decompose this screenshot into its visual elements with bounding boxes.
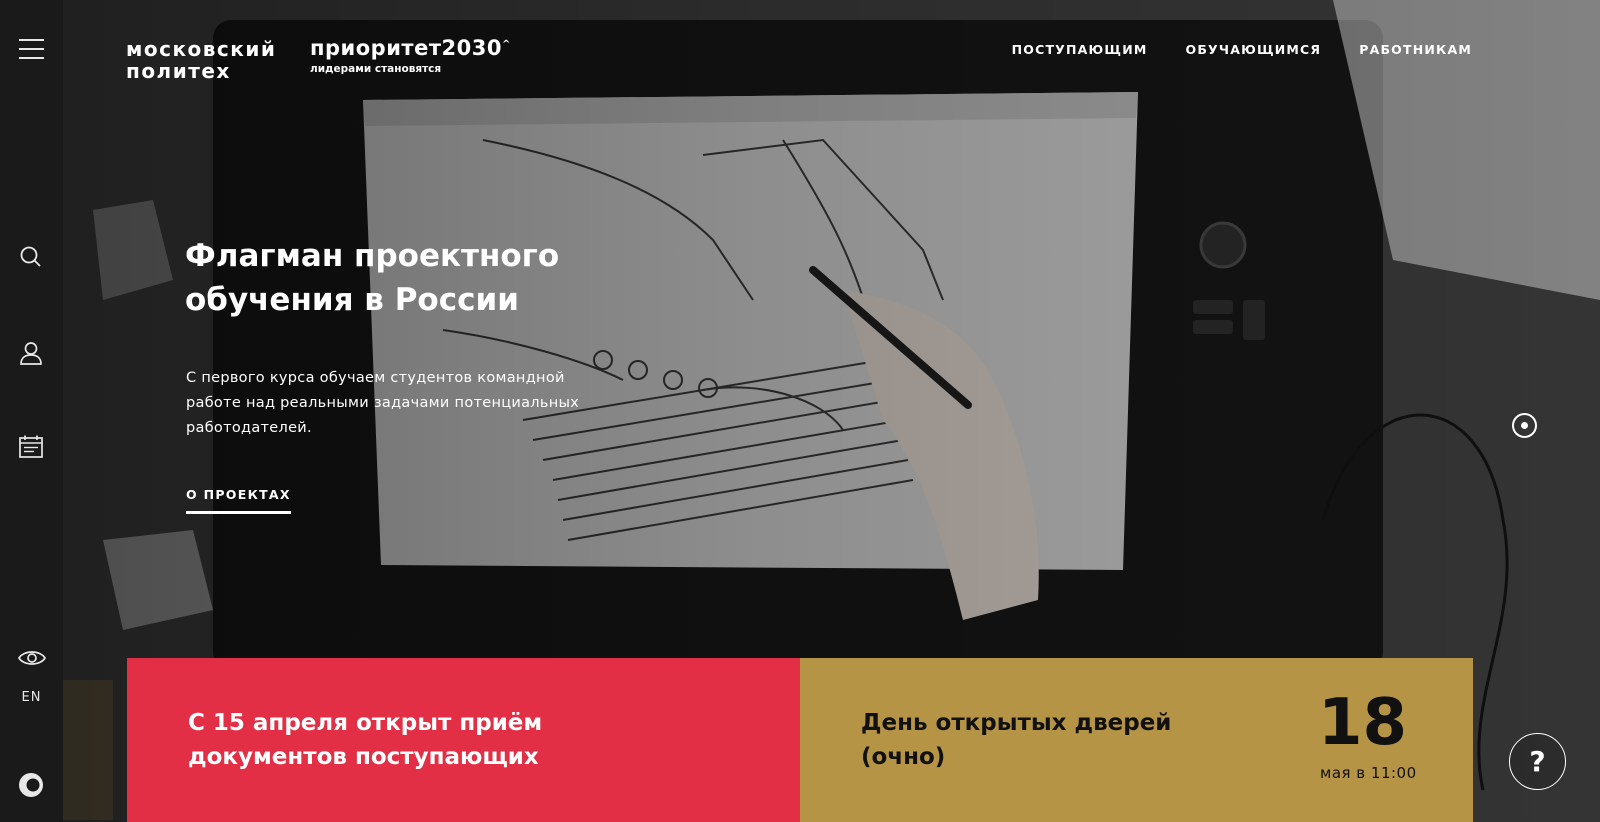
admission-card-text: С 15 апреля открыт приём документов пост…	[188, 710, 543, 770]
language-switch[interactable]: EN	[0, 690, 63, 705]
slider-dot[interactable]	[1512, 413, 1537, 438]
priority-logo-text: приоритет2030^	[310, 36, 511, 60]
brand-mark-icon[interactable]	[18, 772, 44, 798]
hero-title: Флагман проектного обучения в России	[185, 238, 560, 318]
logo-line2: политех	[126, 59, 231, 83]
nav-students[interactable]: ОБУЧАЮЩИМСЯ	[1186, 42, 1322, 57]
left-sidebar: EN	[0, 0, 63, 822]
projects-link[interactable]: О ПРОЕКТАХ	[186, 487, 291, 514]
top-navigation: ПОСТУПАЮЩИМ ОБУЧАЮЩИМСЯ РАБОТНИКАМ	[1012, 42, 1472, 57]
menu-icon[interactable]	[19, 39, 44, 59]
hero-description: С первого курса обучаем студентов команд…	[186, 370, 580, 436]
search-icon[interactable]	[18, 244, 44, 270]
open-day-card[interactable]: День открытых дверей (очно) 18 мая в 11:…	[800, 658, 1473, 822]
open-day-date: 18	[1318, 686, 1408, 760]
mospolytech-logo[interactable]: московский политех	[126, 38, 276, 82]
admission-card[interactable]: С 15 апреля открыт приём документов пост…	[127, 658, 800, 822]
user-icon[interactable]	[18, 340, 44, 366]
open-day-title: День открытых дверей (очно)	[861, 710, 1172, 770]
priority-tagline: лидерами становятся	[310, 63, 442, 75]
help-button[interactable]: ?	[1509, 733, 1566, 790]
nav-employees[interactable]: РАБОТНИКАМ	[1359, 42, 1472, 57]
logo-line1: московский	[126, 37, 277, 61]
open-day-time: мая в 11:00	[1320, 764, 1417, 782]
calendar-icon[interactable]	[18, 434, 44, 460]
priority2030-logo[interactable]: приоритет2030^ лидерами становятся	[310, 36, 511, 75]
eye-icon[interactable]	[17, 645, 47, 671]
nav-applicants[interactable]: ПОСТУПАЮЩИМ	[1012, 42, 1148, 57]
